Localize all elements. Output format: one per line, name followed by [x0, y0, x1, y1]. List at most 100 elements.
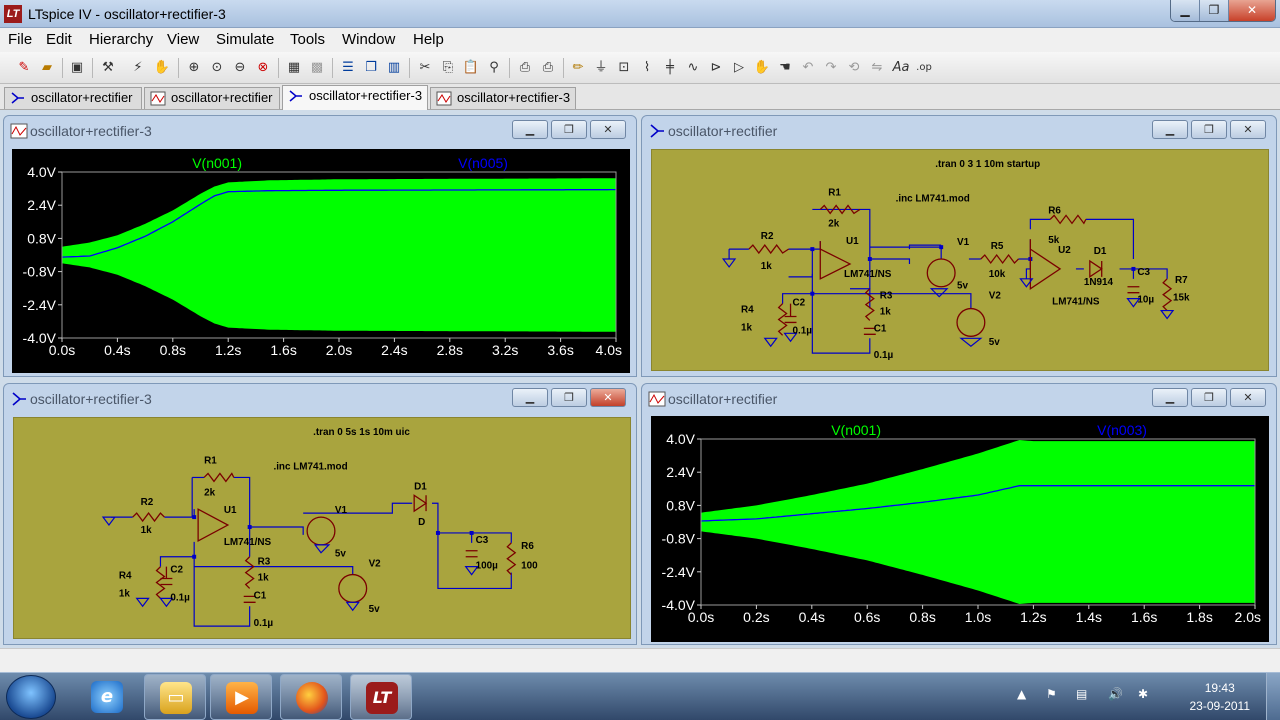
menu-view[interactable]: View	[167, 31, 199, 48]
zoom-in-icon[interactable]: ⊕	[184, 58, 204, 78]
text-icon[interactable]: Aa	[891, 58, 911, 78]
minimize-button[interactable]: ▁	[1171, 0, 1200, 21]
legend-vn003[interactable]: V(n003)	[1097, 422, 1147, 438]
resistor-icon[interactable]: ⌇	[637, 58, 657, 78]
control-panel-icon[interactable]: ⚒	[98, 58, 118, 78]
undo-icon[interactable]: ↶	[798, 58, 818, 78]
taskbar-ie[interactable]: e	[76, 674, 138, 720]
taskbar-firefox[interactable]	[280, 674, 342, 720]
spice-directive-tran[interactable]: .tran 0 3 1 10m startup	[935, 159, 1040, 170]
pan-icon[interactable]: ✋	[152, 58, 172, 78]
pane-close-button[interactable]: ✕	[1230, 388, 1266, 407]
autorange-icon[interactable]: ▦	[284, 58, 304, 78]
tab-schematic-1[interactable]: oscillator+rectifier	[4, 87, 142, 109]
cut-icon[interactable]: ✂	[415, 58, 435, 78]
print-preview-icon[interactable]: ⎙	[515, 58, 535, 78]
grid-icon[interactable]: ▩	[307, 58, 327, 78]
tab-waveform-3[interactable]: oscillator+rectifier-3	[430, 87, 576, 109]
menu-simulate[interactable]: Simulate	[216, 31, 274, 48]
waveform-window-top-left[interactable]: oscillator+rectifier-3 ▁ ❐ ✕ 4.0V 2.4V 0.8…	[3, 115, 637, 377]
close-button[interactable]: ✕	[1229, 0, 1275, 21]
menu-help[interactable]: Help	[413, 31, 444, 48]
pane-maximize-button[interactable]: ❐	[1191, 388, 1227, 407]
save-icon[interactable]: ▣	[67, 58, 87, 78]
zoom-out-icon[interactable]: ⊖	[230, 58, 250, 78]
tile-vertical-icon[interactable]: ▥	[384, 58, 404, 78]
label-V1: V1	[957, 237, 970, 248]
pane-close-button[interactable]: ✕	[590, 388, 626, 407]
label-R4-value: 1k	[741, 322, 753, 333]
find-icon[interactable]: ⚲	[484, 58, 504, 78]
network-icon[interactable]: ▤	[1076, 687, 1087, 701]
x-tick-label: 0.0s	[688, 609, 714, 625]
pane-maximize-button[interactable]: ❐	[551, 120, 587, 139]
taskbar-explorer[interactable]: ▭	[144, 674, 206, 720]
label-D1-value: D	[418, 517, 425, 528]
waveform-plot-2[interactable]: 4.0V2.4V0.8V-0.8V-2.4V-4.0V0.0s 0.2s 0.4s 0…	[651, 416, 1269, 642]
pane-close-button[interactable]: ✕	[590, 120, 626, 139]
move-icon[interactable]: ✋	[752, 58, 772, 78]
run-icon[interactable]: ⚡	[128, 58, 148, 78]
legend-vn005[interactable]: V(n005)	[458, 155, 508, 171]
diode-icon[interactable]: ⊳	[706, 58, 726, 78]
menu-file[interactable]: File	[8, 31, 32, 48]
spice-directive-icon[interactable]: .op	[914, 58, 934, 78]
waveform-window-bottom-right[interactable]: oscillator+rectifier ▁ ❐ ✕ 4.0V 2.4V 0.8V -…	[641, 383, 1277, 645]
new-schematic-icon[interactable]: ✎	[14, 58, 34, 78]
menu-tools[interactable]: Tools	[290, 31, 325, 48]
draw-wire-icon[interactable]: ✏	[568, 58, 588, 78]
mirror-icon[interactable]: ⇋	[867, 58, 887, 78]
pane-maximize-button[interactable]: ❐	[1191, 120, 1227, 139]
volume-icon[interactable]: 🔊	[1108, 687, 1123, 701]
show-hidden-icons-icon[interactable]: ▲	[1017, 687, 1026, 701]
spice-directive-include[interactable]: .inc LM741.mod	[273, 462, 347, 473]
capacitor-icon[interactable]: ╪	[660, 58, 680, 78]
zoom-pan-icon[interactable]: ⊙	[207, 58, 227, 78]
pane-minimize-button[interactable]: ▁	[1152, 388, 1188, 407]
spice-directive-tran[interactable]: .tran 0 5s 1s 10m uic	[313, 427, 410, 438]
pane-maximize-button[interactable]: ❐	[551, 388, 587, 407]
label-net-icon[interactable]: ⊡	[614, 58, 634, 78]
maximize-button[interactable]: ❐	[1200, 0, 1229, 21]
menu-edit[interactable]: Edit	[46, 31, 72, 48]
print-icon[interactable]: ⎙	[538, 58, 558, 78]
paste-icon[interactable]: 📋	[461, 58, 481, 78]
menu-hierarchy[interactable]: Hierarchy	[89, 31, 153, 48]
pane-minimize-button[interactable]: ▁	[1152, 120, 1188, 139]
redo-icon[interactable]: ↷	[821, 58, 841, 78]
start-button[interactable]	[6, 675, 56, 719]
menu-window[interactable]: Window	[342, 31, 395, 48]
ground-icon[interactable]: ⏚	[591, 58, 611, 78]
cascade-icon[interactable]: ❐	[361, 58, 381, 78]
tile-horizontal-icon[interactable]: ☰	[338, 58, 358, 78]
x-tick-label: 0.2s	[743, 609, 769, 625]
show-desktop-button[interactable]	[1266, 673, 1280, 720]
pane-minimize-button[interactable]: ▁	[512, 388, 548, 407]
drag-icon[interactable]: ☚	[775, 58, 795, 78]
legend-vn001[interactable]: V(n001)	[831, 422, 881, 438]
tab-schematic-3[interactable]: oscillator+rectifier-3	[282, 85, 428, 110]
copy-icon[interactable]: ⎘	[438, 58, 458, 78]
waveform-plot-1[interactable]: 4.0V2.4V0.8V-0.8V-2.4V-4.0V0.0s 0.4s 0.8s 1…	[12, 149, 630, 373]
taskbar-ltspice[interactable]: LT	[350, 674, 412, 720]
spice-directive-include[interactable]: .inc LM741.mod	[896, 194, 970, 205]
open-icon[interactable]: ▰	[37, 58, 57, 78]
pane-close-button[interactable]: ✕	[1230, 120, 1266, 139]
rotate-icon[interactable]: ⟲	[844, 58, 864, 78]
schematic-window-top-right[interactable]: oscillator+rectifier ▁ ❐ ✕ .tran 0 3 1 1…	[641, 115, 1277, 377]
pane-minimize-button[interactable]: ▁	[512, 120, 548, 139]
component-icon[interactable]: ▷	[729, 58, 749, 78]
tab-waveform-1[interactable]: oscillator+rectifier	[144, 87, 280, 109]
schematic-canvas-1[interactable]: .tran 0 3 1 10m startup .inc LM741.mod R…	[651, 149, 1269, 371]
bluetooth-icon[interactable]: ✱	[1138, 687, 1148, 701]
zoom-fit-icon[interactable]: ⊗	[253, 58, 273, 78]
legend-vn001[interactable]: V(n001)	[192, 155, 242, 171]
schematic-canvas-2[interactable]: .tran 0 5s 1s 10m uic .inc LM741.mod R1 …	[13, 417, 631, 639]
label-R3-value: 1k	[880, 307, 892, 318]
system-clock[interactable]: 19:43 23-09-2011	[1190, 679, 1251, 715]
action-center-flag-icon[interactable]: ⚑	[1046, 687, 1057, 701]
schematic-window-bottom-left[interactable]: oscillator+rectifier-3 ▁ ❐ ✕ .tran 0 5s …	[3, 383, 637, 645]
label-D1-value: 1N914	[1084, 277, 1114, 288]
inductor-icon[interactable]: ∿	[683, 58, 703, 78]
taskbar-media-player[interactable]: ▶	[210, 674, 272, 720]
